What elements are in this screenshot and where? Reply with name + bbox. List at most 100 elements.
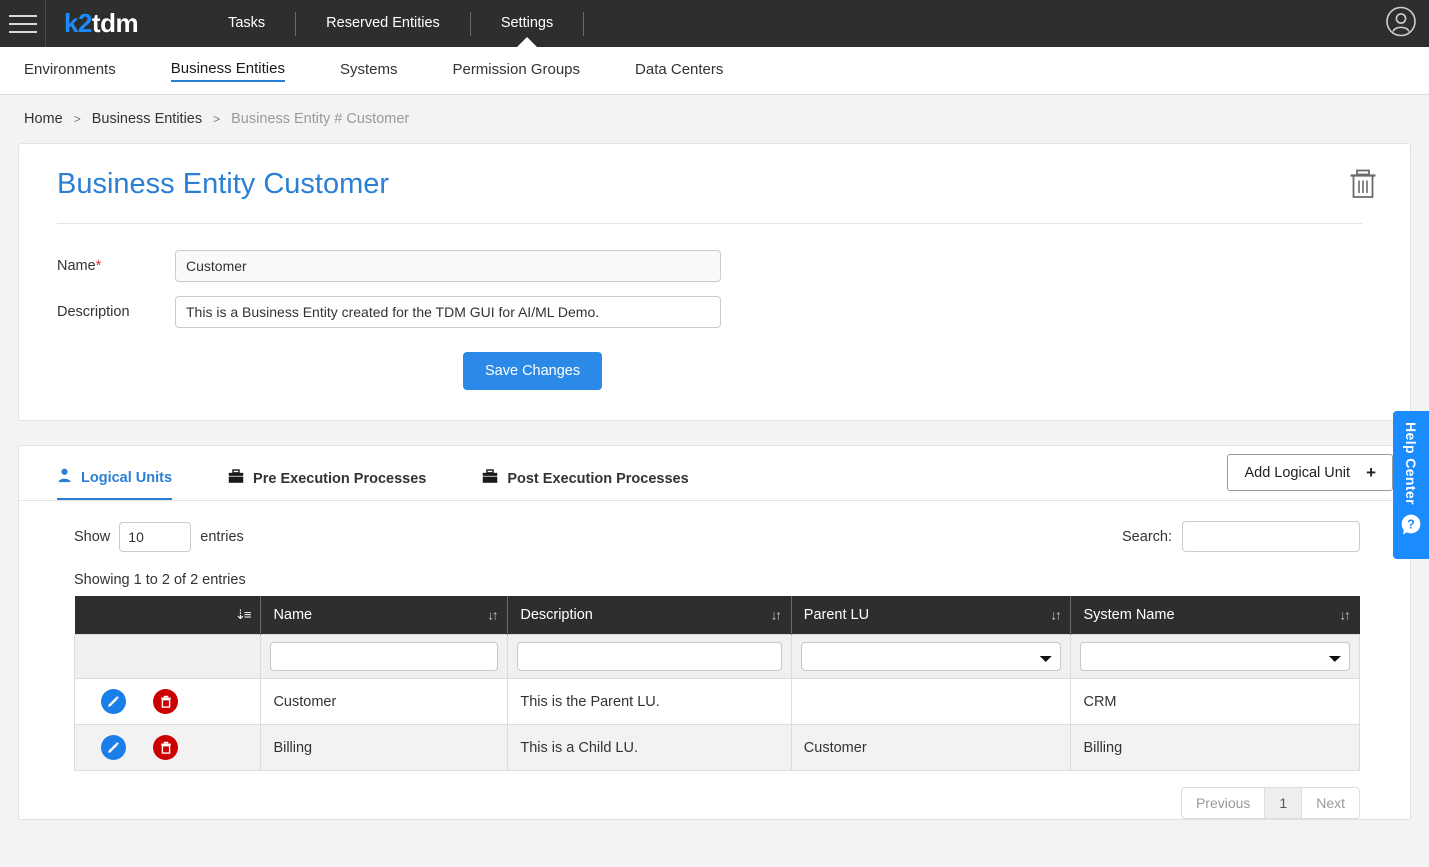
breadcrumb: Home > Business Entities > Business Enti… bbox=[0, 95, 1429, 143]
secondary-nav: Environments Business Entities Systems P… bbox=[0, 47, 1429, 95]
cell-name: Customer bbox=[260, 678, 509, 725]
logical-units-card: Logical Units Pre Execution Processes Po… bbox=[18, 445, 1411, 820]
sort-icon[interactable]: ↓↑ bbox=[1050, 608, 1061, 623]
pagination-previous[interactable]: Previous bbox=[1180, 787, 1266, 819]
title-divider bbox=[57, 223, 1362, 224]
delete-entity-icon[interactable] bbox=[1348, 168, 1378, 205]
breadcrumb-separator: > bbox=[213, 112, 221, 126]
pagination-next[interactable]: Next bbox=[1301, 787, 1360, 819]
cell-parent-lu: Customer bbox=[790, 724, 1072, 771]
svg-text:?: ? bbox=[1407, 518, 1415, 532]
app-logo[interactable]: k2 tdm bbox=[46, 8, 139, 39]
filter-cell-parent-lu bbox=[790, 634, 1072, 679]
tab-pre-execution-processes[interactable]: Pre Execution Processes bbox=[228, 469, 426, 499]
help-center-tab[interactable]: Help Center ? bbox=[1393, 411, 1429, 559]
filter-cell-name bbox=[260, 634, 509, 679]
cell-name: Billing bbox=[260, 724, 509, 771]
description-label: Description bbox=[57, 304, 130, 320]
sort-icon[interactable]: ↓↑ bbox=[487, 608, 498, 623]
search-input[interactable] bbox=[1182, 521, 1360, 552]
primary-nav: Tasks Reserved Entities Settings bbox=[198, 0, 585, 47]
hamburger-line bbox=[8, 14, 37, 17]
sort-icon-active[interactable]: ⇣≡ bbox=[235, 607, 252, 623]
business-entity-card: Business Entity Customer Name* Descripti… bbox=[18, 143, 1411, 421]
nav-item-tasks[interactable]: Tasks bbox=[198, 0, 295, 47]
filter-input-description[interactable] bbox=[517, 642, 782, 671]
sort-icon[interactable]: ↓↑ bbox=[1340, 608, 1351, 623]
filter-cell-description bbox=[507, 634, 792, 679]
column-header-description[interactable]: Description ↓↑ bbox=[507, 596, 792, 635]
filter-input-name[interactable] bbox=[270, 642, 499, 671]
table-header-row: ⇣≡ Name ↓↑ Description ↓↑ Parent LU ↓↑ S… bbox=[74, 596, 1360, 635]
column-label: Name bbox=[273, 607, 313, 623]
column-label: Parent LU bbox=[803, 607, 870, 623]
hamburger-menu-icon[interactable] bbox=[0, 0, 46, 47]
table-row: Billing This is a Child LU. Customer Bil… bbox=[73, 724, 1360, 771]
subnav-item-systems[interactable]: Systems bbox=[340, 61, 398, 81]
show-label: Show bbox=[74, 528, 111, 545]
briefcase-icon bbox=[228, 469, 244, 488]
pencil-icon[interactable] bbox=[101, 689, 126, 714]
cell-parent-lu bbox=[790, 678, 1072, 725]
subnav-item-permission-groups[interactable]: Permission Groups bbox=[452, 61, 580, 81]
cell-system-name: CRM bbox=[1070, 678, 1360, 725]
tab-logical-units[interactable]: Logical Units bbox=[57, 468, 173, 500]
description-field-row: Description bbox=[39, 296, 1380, 328]
save-changes-button[interactable]: Save Changes bbox=[463, 352, 603, 390]
card-spacer bbox=[18, 421, 1411, 445]
filter-select-parent-lu[interactable] bbox=[800, 642, 1062, 671]
page-title: Business Entity Customer bbox=[57, 168, 390, 200]
tab-post-execution-processes[interactable]: Post Execution Processes bbox=[482, 469, 689, 499]
nav-item-reserved-entities[interactable]: Reserved Entities bbox=[296, 0, 470, 47]
sort-icon[interactable]: ↓↑ bbox=[771, 608, 782, 623]
filter-cell-system-name bbox=[1070, 634, 1360, 679]
breadcrumb-home[interactable]: Home bbox=[24, 111, 63, 127]
question-bubble-icon: ? bbox=[1400, 514, 1422, 541]
column-header-actions[interactable]: ⇣≡ bbox=[74, 596, 262, 635]
person-icon bbox=[57, 468, 72, 487]
logo-k2-text: k2 bbox=[64, 8, 92, 38]
pagination: Previous 1 Next bbox=[74, 787, 1360, 819]
row-actions-cell bbox=[73, 678, 262, 725]
subnav-item-business-entities[interactable]: Business Entities bbox=[170, 60, 285, 82]
logo-tdm-text: tdm bbox=[91, 8, 139, 38]
table-row: Customer This is the Parent LU. CRM bbox=[73, 678, 1360, 725]
help-center-label: Help Center bbox=[1403, 422, 1419, 505]
name-label: Name* bbox=[57, 258, 102, 274]
name-input[interactable] bbox=[175, 250, 721, 282]
breadcrumb-business-entities[interactable]: Business Entities bbox=[92, 111, 202, 127]
cell-system-name: Billing bbox=[1070, 724, 1360, 771]
search-control: Search: bbox=[1122, 521, 1360, 552]
show-entries-control: Show entries bbox=[74, 521, 244, 552]
briefcase-icon bbox=[482, 469, 498, 488]
trash-icon[interactable] bbox=[153, 689, 179, 714]
add-logical-unit-button[interactable]: Add Logical Unit + bbox=[1227, 454, 1393, 491]
required-marker: * bbox=[95, 258, 102, 274]
description-input[interactable] bbox=[175, 296, 721, 328]
user-avatar-icon[interactable] bbox=[1385, 5, 1417, 42]
column-header-parent-lu[interactable]: Parent LU ↓↑ bbox=[791, 596, 1072, 635]
nav-item-settings[interactable]: Settings bbox=[471, 0, 583, 47]
logical-units-table: ⇣≡ Name ↓↑ Description ↓↑ Parent LU ↓↑ S… bbox=[73, 596, 1360, 771]
hamburger-line bbox=[8, 22, 37, 25]
column-header-name[interactable]: Name ↓↑ bbox=[260, 596, 509, 635]
tab-label: Logical Units bbox=[81, 469, 173, 486]
pagination-page-1[interactable]: 1 bbox=[1264, 787, 1303, 819]
column-label: System Name bbox=[1083, 607, 1175, 623]
trash-icon[interactable] bbox=[153, 735, 179, 760]
cell-description: This is a Child LU. bbox=[507, 724, 792, 771]
row-actions-cell bbox=[73, 724, 262, 771]
filter-select-system-name[interactable] bbox=[1080, 642, 1350, 671]
pencil-icon[interactable] bbox=[101, 735, 126, 760]
breadcrumb-current: Business Entity # Customer bbox=[231, 111, 410, 127]
breadcrumb-separator: > bbox=[73, 112, 81, 126]
column-header-system-name[interactable]: System Name ↓↑ bbox=[1070, 596, 1360, 635]
add-logical-unit-label: Add Logical Unit bbox=[1244, 464, 1351, 481]
table-filter-row bbox=[73, 634, 1360, 679]
subnav-item-data-centers[interactable]: Data Centers bbox=[635, 61, 723, 81]
show-entries-input[interactable] bbox=[119, 521, 192, 552]
subnav-item-environments[interactable]: Environments bbox=[24, 61, 116, 81]
table-controls: Show entries Search: bbox=[74, 521, 1360, 552]
nav-divider bbox=[583, 11, 585, 36]
table-info-text: Showing 1 to 2 of 2 entries bbox=[74, 572, 246, 588]
